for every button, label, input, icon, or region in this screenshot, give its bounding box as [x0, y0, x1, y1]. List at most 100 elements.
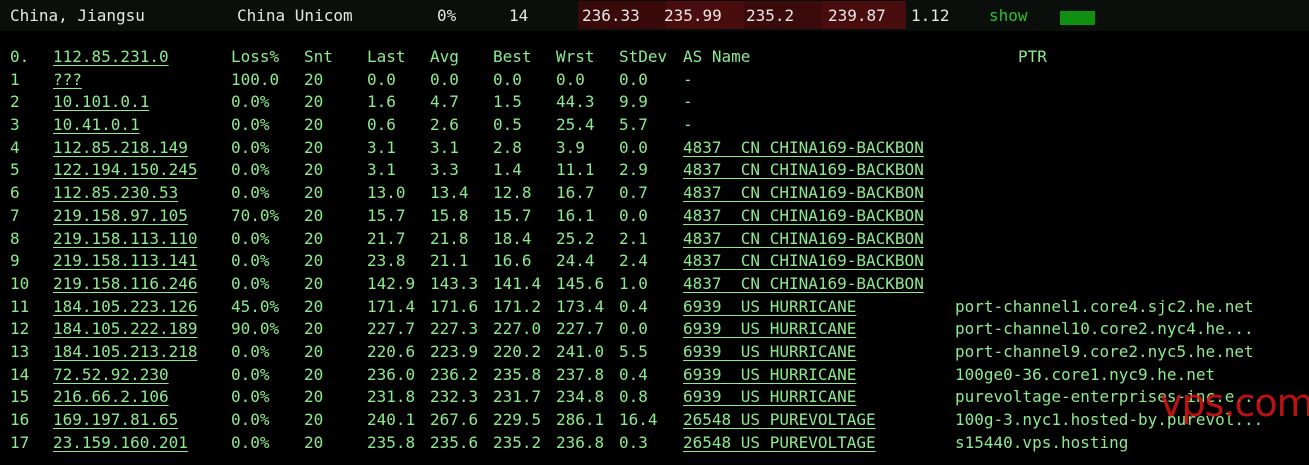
- cell-loss: 0.0%: [231, 364, 270, 384]
- header-snt: Snt: [304, 47, 333, 66]
- cell-last: 15.7: [367, 205, 406, 225]
- cell-as[interactable]: 6939 US HURRICANE: [683, 386, 856, 409]
- summary-best: 235.2: [746, 6, 795, 25]
- cell-host[interactable]: ???: [53, 69, 82, 92]
- cell-snt: 20: [304, 69, 324, 89]
- cell-as[interactable]: 4837 CN CHINA169-BACKBON: [683, 205, 924, 228]
- show-link[interactable]: show: [989, 5, 1028, 28]
- cell-host[interactable]: 219.158.113.110: [53, 228, 198, 251]
- cell-avg: 13.4: [430, 183, 469, 203]
- cell-host[interactable]: 169.197.81.65: [53, 409, 178, 432]
- cell-as[interactable]: 26548 US PUREVOLTAGE: [683, 432, 876, 455]
- summary-wrst: 239.87: [828, 6, 886, 25]
- cell-avg: 232.3: [430, 387, 479, 407]
- cell-last: 236.0: [367, 364, 416, 384]
- cell-last: 220.6: [367, 341, 416, 361]
- cell-as[interactable]: 4837 CN CHINA169-BACKBON: [683, 182, 924, 205]
- cell-wrst: 234.8: [556, 387, 605, 407]
- table-row: 13 184.105.213.218 0.0% 20 220.6 223.9 220.2 24…: [0, 341, 1309, 364]
- header-host[interactable]: 112.85.231.0: [53, 46, 169, 69]
- summary-avg: 235.99: [664, 6, 722, 25]
- cell-wrst: 145.6: [556, 273, 605, 293]
- cell-hop: 13: [10, 341, 30, 361]
- cell-last: 171.4: [367, 296, 416, 316]
- cell-last: 227.7: [367, 319, 416, 339]
- cell-host[interactable]: 112.85.218.149: [53, 137, 188, 160]
- header-best: Best: [493, 47, 532, 66]
- cell-wrst: 16.7: [556, 183, 595, 203]
- table-row: 9 219.158.113.141 0.0% 20 23.8 21.1 16.6 24.4 2.…: [0, 250, 1309, 273]
- cell-snt: 20: [304, 115, 324, 135]
- cell-snt: 20: [304, 205, 324, 225]
- cell-hop: 17: [10, 432, 30, 452]
- cell-as[interactable]: 4837 CN CHINA169-BACKBON: [683, 273, 924, 296]
- cell-stdev: 0.0: [619, 69, 648, 89]
- cell-loss: 45.0%: [231, 296, 280, 316]
- cell-as[interactable]: 6939 US HURRICANE: [683, 364, 856, 387]
- summary-bar: China, Jiangsu China Unicom 0% 14 236.33…: [0, 0, 1309, 31]
- cell-as[interactable]: 4837 CN CHINA169-BACKBON: [683, 250, 924, 273]
- cell-host[interactable]: 184.105.213.218: [53, 341, 198, 364]
- cell-as[interactable]: 4837 CN CHINA169-BACKBON: [683, 228, 924, 251]
- cell-last: 0.0: [367, 69, 396, 89]
- cell-avg: 235.6: [430, 432, 479, 452]
- cell-snt: 20: [304, 364, 324, 384]
- cell-host[interactable]: 216.66.2.106: [53, 386, 169, 409]
- cell-stdev: 9.9: [619, 92, 648, 112]
- header-loss: Loss%: [231, 47, 280, 66]
- cell-loss: 0.0%: [231, 432, 270, 452]
- cell-host[interactable]: 23.159.160.201: [53, 432, 188, 455]
- cell-host[interactable]: 184.105.223.126: [53, 296, 198, 319]
- cell-host[interactable]: 122.194.150.245: [53, 159, 198, 182]
- cell-host[interactable]: 10.101.0.1: [53, 91, 149, 114]
- cell-host[interactable]: 10.41.0.1: [53, 114, 140, 137]
- cell-host[interactable]: 184.105.222.189: [53, 318, 198, 341]
- cell-wrst: 16.1: [556, 205, 595, 225]
- cell-as[interactable]: 6939 US HURRICANE: [683, 318, 856, 341]
- cell-last: 0.6: [367, 115, 396, 135]
- header-wrst: Wrst: [556, 47, 595, 66]
- table-row: 3 10.41.0.1 0.0% 20 0.6 2.6 0.5 25.4 5.7 -: [0, 114, 1309, 137]
- cell-best: 1.4: [493, 160, 522, 180]
- cell-best: 235.2: [493, 432, 542, 452]
- cell-host[interactable]: 219.158.113.141: [53, 250, 198, 273]
- cell-wrst: 24.4: [556, 251, 595, 271]
- cell-best: 141.4: [493, 273, 542, 293]
- cell-best: 1.5: [493, 92, 522, 112]
- header-stdev: StDev: [619, 47, 668, 66]
- cell-last: 142.9: [367, 273, 416, 293]
- cell-as[interactable]: 4837 CN CHINA169-BACKBON: [683, 159, 924, 182]
- cell-loss: 0.0%: [231, 115, 270, 135]
- cell-wrst: 236.8: [556, 432, 605, 452]
- cell-as[interactable]: 4837 CN CHINA169-BACKBON: [683, 137, 924, 160]
- cell-snt: 20: [304, 319, 324, 339]
- cell-as[interactable]: 6939 US HURRICANE: [683, 296, 856, 319]
- cell-avg: 2.6: [430, 115, 459, 135]
- show-toggle-bar[interactable]: [1060, 11, 1095, 25]
- cell-hop: 1: [10, 69, 20, 89]
- summary-loss: 0%: [437, 6, 457, 25]
- cell-host[interactable]: 219.158.116.246: [53, 273, 198, 296]
- table-row: 4 112.85.218.149 0.0% 20 3.1 3.1 2.8 3.9 0.0 4837…: [0, 137, 1309, 160]
- cell-loss: 0.0%: [231, 137, 270, 157]
- cell-wrst: 25.2: [556, 228, 595, 248]
- cell-snt: 20: [304, 137, 324, 157]
- cell-wrst: 44.3: [556, 92, 595, 112]
- cell-hop: 8: [10, 228, 20, 248]
- table-row: 17 23.159.160.201 0.0% 20 235.8 235.6 235.2 236…: [0, 432, 1309, 455]
- cell-host[interactable]: 112.85.230.53: [53, 182, 178, 205]
- cell-last: 240.1: [367, 410, 416, 429]
- cell-stdev: 0.4: [619, 364, 648, 384]
- cell-stdev: 0.0: [619, 205, 648, 225]
- cell-best: 235.8: [493, 364, 542, 384]
- cell-snt: 20: [304, 387, 324, 407]
- cell-as[interactable]: 6939 US HURRICANE: [683, 341, 856, 364]
- table-header: 0. 112.85.231.0 Loss% Snt Last Avg Best …: [0, 46, 1309, 69]
- table-row: 10 219.158.116.246 0.0% 20 142.9 143.3 141.4 14…: [0, 273, 1309, 296]
- cell-loss: 0.0%: [231, 273, 270, 293]
- cell-host[interactable]: 72.52.92.230: [53, 364, 169, 387]
- cell-as[interactable]: 26548 US PUREVOLTAGE: [683, 409, 876, 432]
- cell-host[interactable]: 219.158.97.105: [53, 205, 188, 228]
- cell-avg: 223.9: [430, 341, 479, 361]
- cell-best: 171.2: [493, 296, 542, 316]
